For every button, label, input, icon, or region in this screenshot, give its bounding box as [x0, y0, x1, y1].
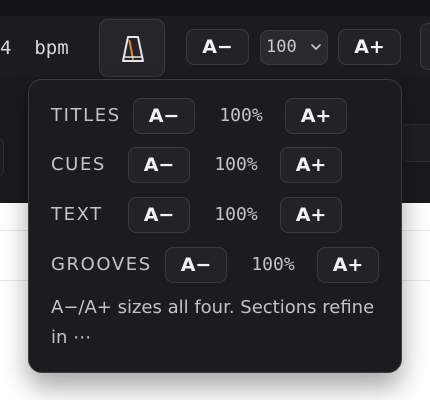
text-percent: 100%	[214, 204, 258, 225]
metronome-button[interactable]	[99, 19, 165, 77]
font-increase-button[interactable]: A+	[338, 29, 401, 65]
toolbar-edge-button[interactable]	[420, 23, 430, 70]
grooves-decrease-button[interactable]: A−	[165, 247, 227, 283]
popover-row-cues: CUES A− 100% A+	[29, 147, 403, 183]
chevron-down-icon	[311, 44, 321, 50]
cues-percent: 100%	[214, 154, 258, 175]
cues-increase-button[interactable]: A+	[280, 147, 342, 183]
row-label: TITLES	[51, 105, 121, 126]
secondary-toolbar-button[interactable]	[0, 138, 4, 176]
row-label: CUES	[51, 154, 106, 175]
secondary-toolbar-button[interactable]	[400, 124, 430, 162]
row-label: TEXT	[51, 204, 103, 225]
grooves-percent: 100%	[251, 254, 295, 275]
font-size-popover: TITLES A− 100% A+ CUES A− 100% A+ TEXT A…	[28, 79, 402, 373]
zoom-value: 100	[266, 37, 297, 57]
popover-row-titles: TITLES A− 100% A+	[29, 98, 403, 134]
zoom-select[interactable]: 100	[260, 30, 328, 65]
titles-percent: 100%	[219, 105, 263, 126]
text-decrease-button[interactable]: A−	[128, 197, 190, 233]
font-decrease-button[interactable]: A−	[186, 29, 249, 65]
titles-decrease-button[interactable]: A−	[133, 98, 195, 134]
popover-row-grooves: GROOVES A− 100% A+	[29, 247, 403, 283]
bpm-readout: 4 bpm	[0, 37, 69, 59]
toolbar-top-strip	[0, 0, 430, 16]
popover-help-text: A−/A+ sizes all four. Sections refine in…	[51, 297, 375, 348]
titles-increase-button[interactable]: A+	[285, 98, 347, 134]
grooves-increase-button[interactable]: A+	[317, 247, 379, 283]
text-increase-button[interactable]: A+	[280, 197, 342, 233]
metronome-icon	[122, 36, 144, 62]
row-label: GROOVES	[51, 254, 152, 275]
cues-decrease-button[interactable]: A−	[128, 147, 190, 183]
popover-row-text: TEXT A− 100% A+	[29, 197, 403, 233]
